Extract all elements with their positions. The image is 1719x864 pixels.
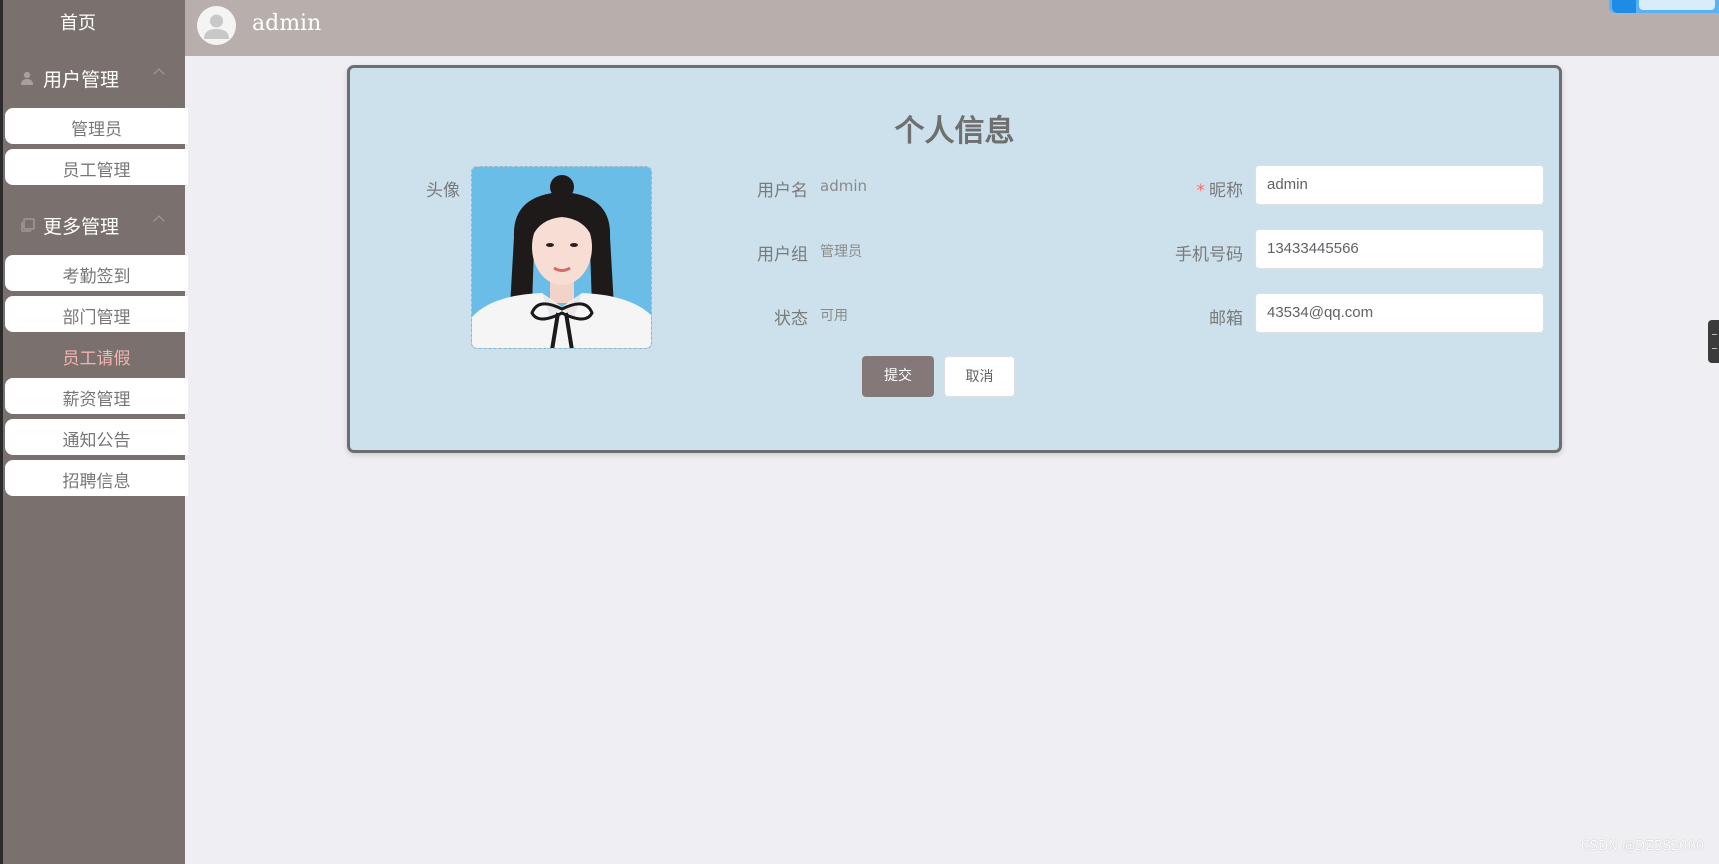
user-avatar-icon [204,14,229,39]
group-value: 管理员 [820,244,862,260]
required-mark: * [1196,181,1206,201]
link-icon [1612,0,1636,13]
email-label: 邮箱 [1209,309,1243,329]
nav-item-attendance[interactable]: 考勤签到 [5,255,188,291]
watermark: CSDN @DZBS2000 [1580,839,1704,854]
side-drawer-handle[interactable] [1708,320,1719,363]
nav-group-label: 更多管理 [43,215,120,238]
top-header: admin [185,0,1719,56]
chevron-up-icon [153,68,165,80]
nav-item-employee-leave[interactable]: 员工请假 [5,337,188,373]
nickname-input[interactable]: admin [1255,165,1544,205]
profile-card: 个人信息 头像 用户名 admin 用户组 管理员 状态 可用 * 昵称 adm… [347,65,1562,453]
submit-button[interactable]: 提交 [862,356,934,397]
chevron-up-icon [153,215,165,227]
nav-item-salary-management[interactable]: 薪资管理 [5,378,188,414]
nav-group-more-management[interactable]: 更多管理 [3,200,185,250]
avatar-upload[interactable] [471,166,652,349]
avatar[interactable] [197,6,236,45]
nav-group-user-management[interactable]: 用户管理 [3,53,185,103]
user-icon [19,70,35,86]
nickname-label-text: 昵称 [1209,181,1243,201]
nav-item-notice[interactable]: 通知公告 [5,419,188,455]
badge-label [1639,0,1715,10]
nickname-label: * 昵称 [1090,176,1244,201]
nav-home[interactable]: 首页 [3,0,153,48]
username-value: admin [820,177,867,195]
nav-item-department-management[interactable]: 部门管理 [5,296,188,332]
page-title: 个人信息 [894,114,1015,149]
profile-photo [472,167,651,348]
username-label: 用户名 [757,181,808,201]
copy-icon [19,217,35,233]
nav-item-admin[interactable]: 管理员 [5,108,188,144]
avatar-label: 头像 [426,181,460,201]
extension-badge[interactable] [1609,0,1719,13]
cancel-button[interactable]: 取消 [944,356,1015,397]
phone-input[interactable]: 13433445566 [1255,229,1544,269]
phone-label: 手机号码 [1175,245,1243,265]
nav-item-recruitment[interactable]: 招聘信息 [5,460,188,496]
header-username[interactable]: admin [252,11,321,36]
nav-group-label: 用户管理 [43,68,120,91]
group-label: 用户组 [757,245,808,265]
nav-item-employee-management[interactable]: 员工管理 [5,149,188,185]
sidebar: 首页 用户管理 管理员 员工管理 更多管理 考勤签到 部门管理 员工请假 薪资管… [0,0,188,864]
status-label: 状态 [774,309,808,329]
status-value: 可用 [820,308,848,324]
email-input[interactable]: 43534@qq.com [1255,293,1544,333]
